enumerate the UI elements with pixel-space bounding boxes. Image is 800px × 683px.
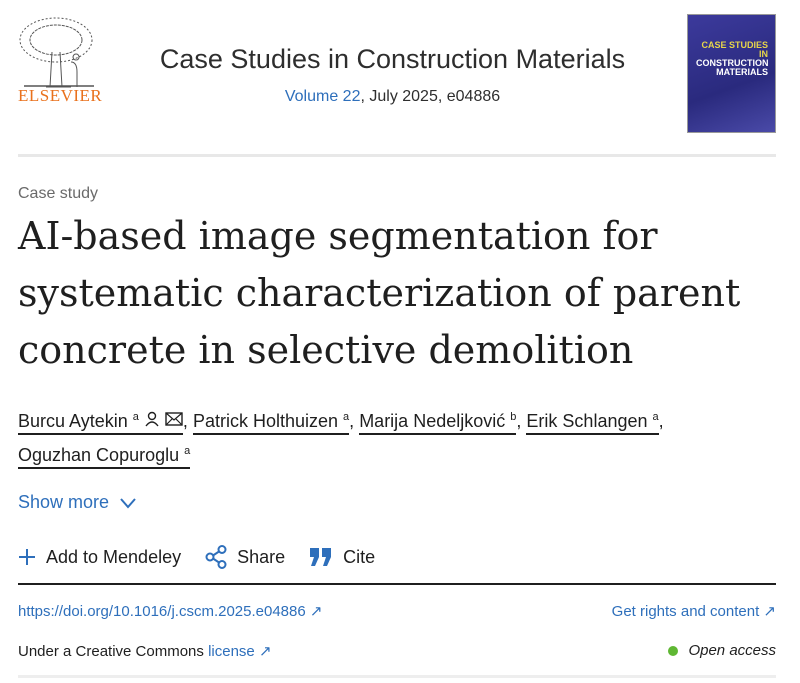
quote-icon <box>310 548 332 566</box>
external-link-icon: ↗ <box>309 603 323 620</box>
divider <box>18 154 776 157</box>
open-access-dot-icon <box>668 645 679 656</box>
cover-text-line: MATERIALS <box>716 67 768 77</box>
author-link[interactable]: Patrick Holthuizen a <box>192 411 350 435</box>
license-info: Under a Creative Commons license ↗ <box>18 642 272 660</box>
person-icon <box>145 411 159 427</box>
author-name: Marija Nedeljković <box>359 411 506 431</box>
add-to-mendeley-button[interactable]: Add to Mendeley <box>18 547 181 568</box>
author-name: Oguzhan Copuroglu <box>18 445 180 465</box>
volume-link[interactable]: Volume 22 <box>285 88 361 105</box>
share-icon <box>205 545 227 569</box>
article-type: Case study <box>18 185 99 202</box>
author-link[interactable]: Burcu Aytekin a <box>18 411 183 435</box>
show-more-label: Show more <box>18 492 110 512</box>
license-link[interactable]: license ↗ <box>208 643 271 660</box>
cover-text-line: CASE STUDIES IN <box>701 40 768 59</box>
license-prefix: Under a Creative Commons <box>18 643 209 660</box>
mendeley-label: Add to Mendeley <box>46 546 182 567</box>
separator: , <box>658 411 664 431</box>
issue-details: , July 2025, e04886 <box>360 88 501 105</box>
doi-text: https://doi.org/10.1016/j.cscm.2025.e048… <box>18 603 306 620</box>
cite-label: Cite <box>343 546 376 567</box>
author-name: Burcu Aytekin <box>18 411 128 431</box>
open-access-badge: Open access <box>668 642 776 659</box>
rights-text: Get rights and content <box>611 603 760 620</box>
external-link-icon: ↗ <box>763 603 776 620</box>
chevron-down-icon <box>120 497 136 509</box>
email-icon <box>165 412 183 426</box>
affiliation-marker: a <box>184 445 191 457</box>
author-name: Erik Schlangen <box>526 411 648 431</box>
affiliation-marker: a <box>132 411 139 423</box>
author-link[interactable]: Erik Schlangen a <box>526 411 659 435</box>
get-rights-link[interactable]: Get rights and content ↗ <box>612 602 776 620</box>
author-list: Burcu Aytekin a , Patrick Holthuizen a, … <box>18 402 788 470</box>
divider <box>18 675 776 678</box>
author-link[interactable]: Marija Nedeljković b <box>359 411 517 435</box>
doi-link[interactable]: https://doi.org/10.1016/j.cscm.2025.e048… <box>18 602 322 620</box>
divider <box>18 583 776 585</box>
license-link-text: license <box>208 643 255 660</box>
separator: , <box>349 411 355 431</box>
article-title: AI-based image segmentation for systemat… <box>18 214 741 372</box>
elsevier-wordmark[interactable]: ELSEVIER <box>18 86 102 106</box>
issue-info: Volume 22, July 2025, e04886 <box>110 88 675 106</box>
plus-icon <box>19 549 35 565</box>
open-access-label: Open access <box>688 642 776 659</box>
article-actions: Add to Mendeley Share Cite <box>18 545 375 569</box>
separator: , <box>182 411 188 431</box>
external-link-icon: ↗ <box>258 643 272 660</box>
show-more-button[interactable]: Show more <box>18 492 137 513</box>
author-name: Patrick Holthuizen <box>192 411 339 431</box>
separator: , <box>516 411 522 431</box>
author-link[interactable]: Oguzhan Copuroglu a <box>18 445 191 469</box>
journal-title[interactable]: Case Studies in Construction Materials <box>110 44 675 75</box>
share-label: Share <box>237 546 286 567</box>
cite-button[interactable]: Cite <box>309 547 375 568</box>
journal-cover-image[interactable]: CASE STUDIES IN CONSTRUCTION MATERIALS <box>687 14 776 133</box>
share-button[interactable]: Share <box>205 545 285 569</box>
